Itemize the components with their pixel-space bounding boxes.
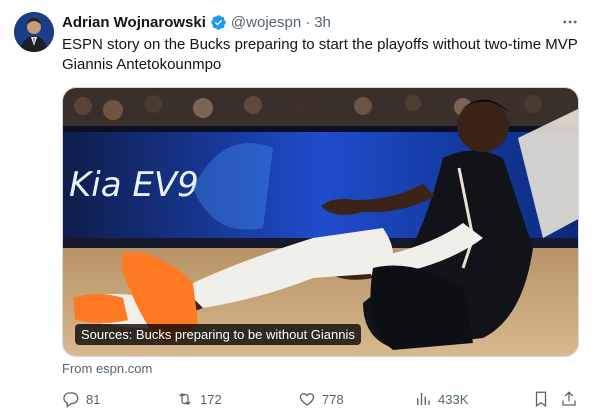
reply-icon xyxy=(63,392,79,408)
bookmark-icon xyxy=(535,391,547,407)
tweet-media-card[interactable]: Kia EV9 Sources: Bucks preparing to be w… xyxy=(62,87,579,357)
retweet-count: 172 xyxy=(200,391,222,407)
tweet-timestamp[interactable]: 3h xyxy=(314,14,331,31)
retweet-button[interactable]: 172 xyxy=(176,390,222,408)
tweet-actions: 81 172 778 433K xyxy=(62,390,582,410)
tweet-header: Adrian Wojnarowski @wojespn · 3h xyxy=(62,12,331,32)
separator-dot: · xyxy=(305,13,311,31)
author-name[interactable]: Adrian Wojnarowski xyxy=(62,14,206,31)
views-count: 433K xyxy=(438,391,469,407)
views-icon xyxy=(417,393,430,405)
author-avatar[interactable] xyxy=(14,12,54,52)
reply-button[interactable]: 81 xyxy=(62,390,100,408)
media-caption: Sources: Bucks preparing to be without G… xyxy=(75,324,361,345)
tweet-text: ESPN story on the Bucks preparing to sta… xyxy=(62,36,578,73)
bookmark-button[interactable] xyxy=(532,390,556,408)
board-text: Kia EV9 xyxy=(69,165,199,205)
author-handle[interactable]: @wojespn xyxy=(231,14,301,31)
more-icon[interactable] xyxy=(560,12,580,32)
views-button[interactable]: 433K xyxy=(414,390,468,408)
news-photo: Kia EV9 xyxy=(63,88,578,356)
like-count: 778 xyxy=(322,391,344,407)
like-button[interactable]: 778 xyxy=(298,390,344,408)
share-button[interactable] xyxy=(560,390,584,408)
retweet-icon xyxy=(179,392,191,406)
like-icon xyxy=(299,393,315,406)
reply-count: 81 xyxy=(86,391,101,407)
verified-badge-icon xyxy=(210,14,227,31)
link-source[interactable]: From espn.com xyxy=(62,361,152,376)
share-icon xyxy=(562,391,576,406)
